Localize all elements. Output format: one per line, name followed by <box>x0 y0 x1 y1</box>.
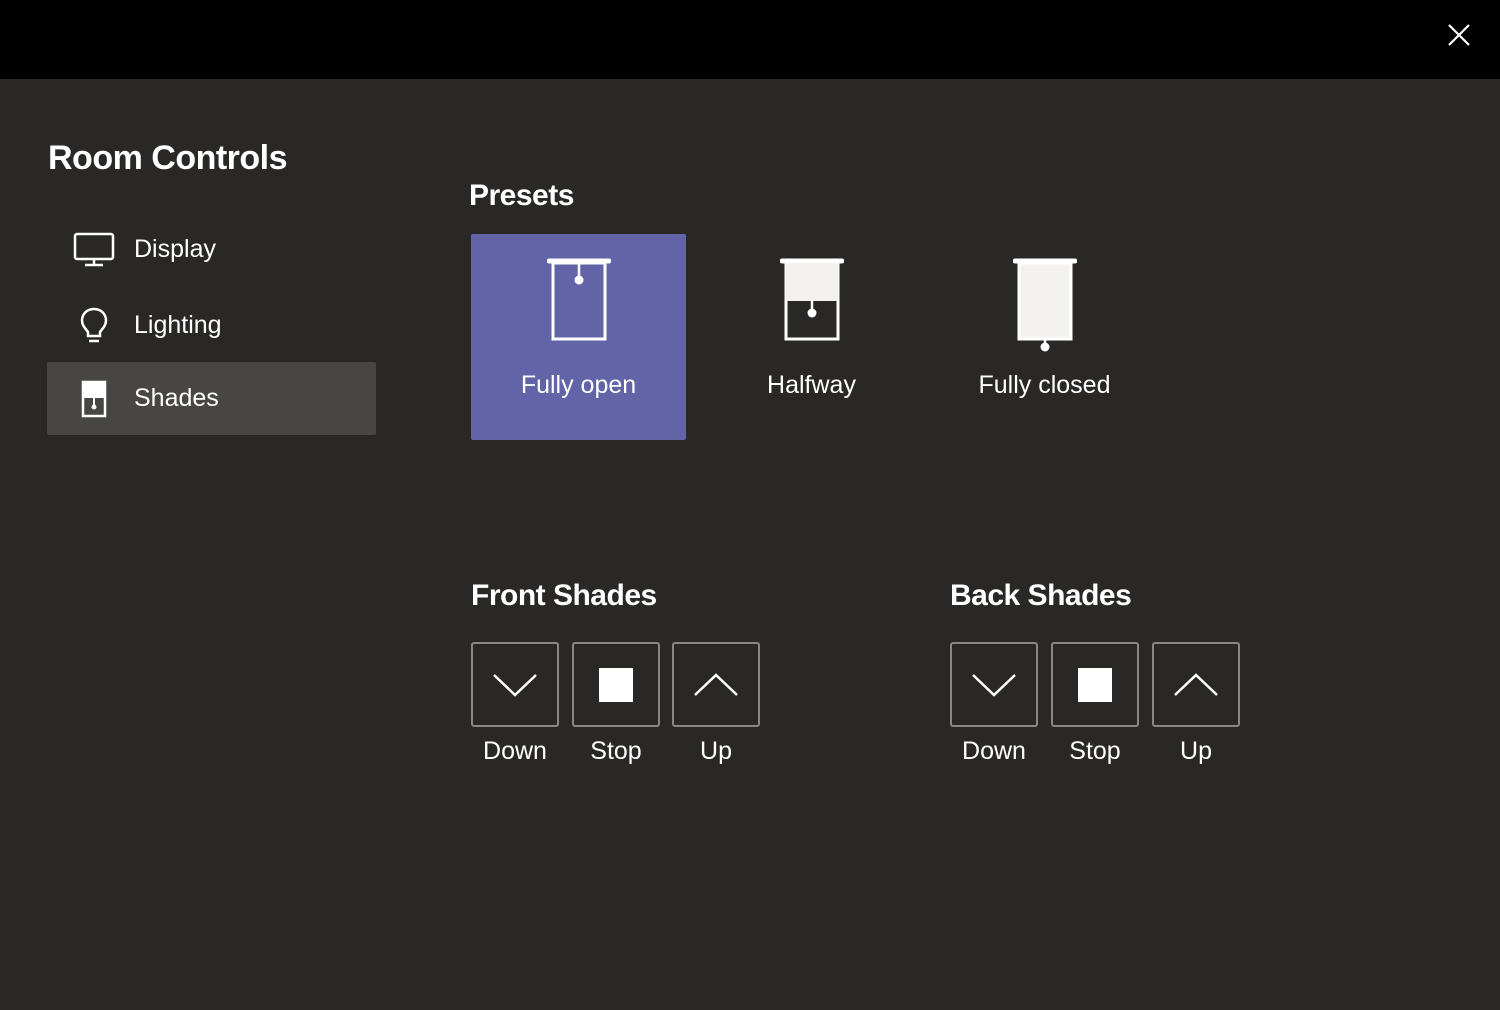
preset-fully-closed-button[interactable]: Fully closed <box>937 234 1152 440</box>
shade-closed-icon <box>1012 258 1077 352</box>
shade-icon <box>73 378 115 420</box>
preset-label: Halfway <box>767 371 856 399</box>
title-bar <box>0 0 1500 79</box>
chevron-up-icon <box>694 672 738 696</box>
sidebar-item-label: Lighting <box>134 311 222 339</box>
monitor-icon <box>73 229 115 271</box>
back-shades-stop-button[interactable] <box>1051 642 1139 727</box>
main-content: Room Controls Display Lighting Shades Pr… <box>0 79 1500 1010</box>
front-shades-stop-label: Stop <box>590 737 642 765</box>
lightbulb-icon <box>73 305 115 347</box>
close-button[interactable] <box>1442 18 1476 52</box>
front-shades-title: Front Shades <box>471 579 657 612</box>
chevron-down-icon <box>493 673 537 697</box>
stop-icon <box>1078 667 1112 702</box>
shade-halfway-icon <box>779 258 844 341</box>
chevron-down-icon <box>972 673 1016 697</box>
shade-open-icon <box>546 258 611 341</box>
back-shades-stop-label: Stop <box>1069 737 1121 765</box>
front-shades-down-button[interactable] <box>471 642 559 727</box>
presets-title: Presets <box>469 179 574 212</box>
sidebar-item-label: Display <box>134 235 216 263</box>
preset-fully-open-button[interactable]: Fully open <box>471 234 686 440</box>
front-shades-up-button[interactable] <box>672 642 760 727</box>
stop-icon <box>599 667 633 702</box>
close-icon <box>1448 24 1470 46</box>
preset-label: Fully open <box>520 371 637 399</box>
front-shades-stop-button[interactable] <box>572 642 660 727</box>
sidebar-item-shades[interactable]: Shades <box>47 362 376 435</box>
sidebar-item-lighting[interactable]: Lighting <box>47 289 376 362</box>
sidebar-item-display[interactable]: Display <box>47 213 376 286</box>
back-shades-title: Back Shades <box>950 579 1132 612</box>
front-shades-up-label: Up <box>700 737 732 765</box>
chevron-up-icon <box>1174 672 1218 696</box>
sidebar-item-label: Shades <box>134 384 219 412</box>
front-shades-down-label: Down <box>483 737 547 765</box>
back-shades-up-button[interactable] <box>1152 642 1240 727</box>
preset-label: Fully closed <box>978 371 1111 399</box>
back-shades-up-label: Up <box>1180 737 1212 765</box>
preset-halfway-button[interactable]: Halfway <box>704 234 919 440</box>
back-shades-down-label: Down <box>962 737 1026 765</box>
back-shades-down-button[interactable] <box>950 642 1038 727</box>
sidebar-title: Room Controls <box>48 139 288 177</box>
